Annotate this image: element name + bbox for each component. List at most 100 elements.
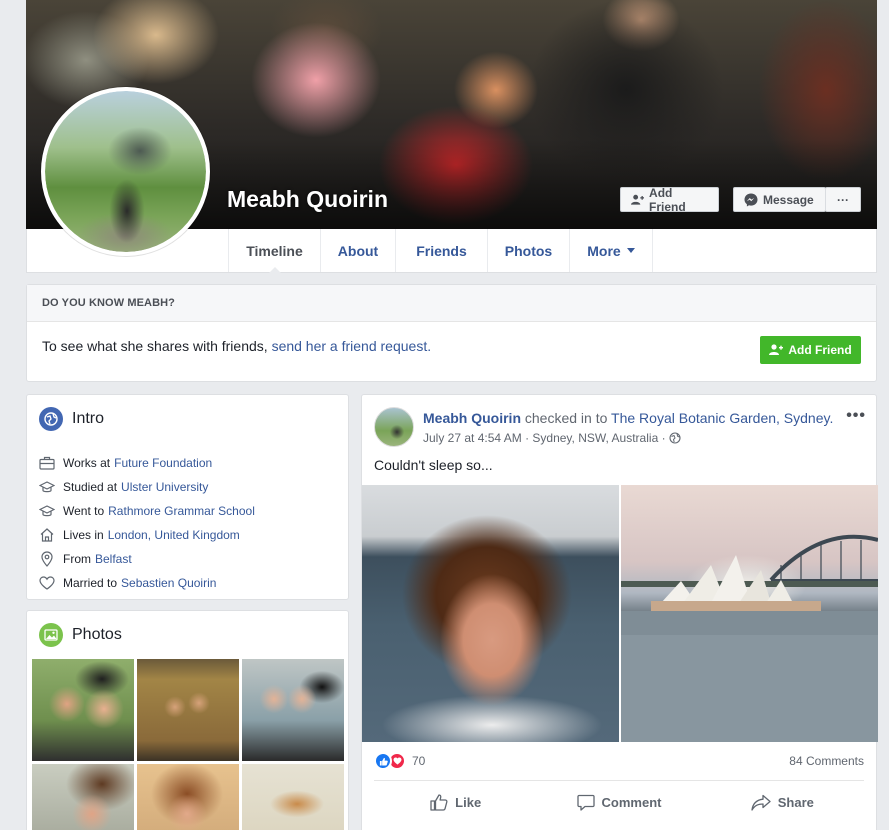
photos-title-label: Photos (72, 626, 122, 643)
add-friend-button[interactable]: Add Friend (620, 185, 719, 214)
add-friend-icon (631, 194, 645, 205)
post-header: Meabh Quoirin checked in to The Royal Bo… (423, 410, 843, 426)
photo-thumbnail[interactable] (137, 659, 239, 761)
home-icon (39, 527, 55, 543)
intro-link[interactable]: Ulster University (121, 480, 208, 494)
tab-label: About (337, 242, 379, 259)
meta-separator: · (521, 431, 533, 445)
intro-title: Intro (39, 407, 104, 431)
intro-card: Intro Works at Future Foundation Studied… (26, 394, 349, 600)
heart-icon (39, 575, 55, 591)
thumbs-up-icon (430, 794, 448, 811)
tab-timeline[interactable]: Timeline (229, 229, 321, 273)
tab-label: Timeline (246, 242, 303, 259)
post-author-avatar[interactable] (374, 407, 414, 447)
timeline-post: Meabh Quoirin checked in to The Royal Bo… (361, 394, 878, 830)
do-you-know-heading: DO YOU KNOW MEABH? (27, 285, 876, 322)
globe-icon (39, 407, 63, 431)
briefcase-icon (39, 455, 55, 471)
post-text: Couldn't sleep so... (374, 457, 493, 473)
photo-thumbnail[interactable] (242, 659, 344, 761)
post-action-bar: Like Comment Share (374, 780, 864, 824)
comment-icon (576, 794, 595, 811)
post-location[interactable]: Sydney, NSW, Australia (532, 431, 658, 445)
like-label: Like (455, 795, 482, 810)
tab-more[interactable]: More (570, 229, 653, 272)
photo-thumbnail[interactable] (242, 764, 344, 830)
intro-item-from: From Belfast (39, 547, 255, 571)
photo-thumbnail[interactable] (32, 764, 134, 830)
tab-label: More (587, 242, 621, 259)
tab-photos[interactable]: Photos (488, 229, 570, 272)
photos-title[interactable]: Photos (39, 623, 122, 647)
intro-prefix: Went to (63, 504, 105, 518)
intro-item-work: Works at Future Foundation (39, 451, 255, 475)
add-friend-label: Add Friend (649, 185, 686, 214)
tab-label: Photos (504, 242, 553, 259)
more-dots-icon: ··· (837, 192, 849, 207)
intro-item-lives-in: Lives in London, United Kingdom (39, 523, 255, 547)
globe-privacy-icon[interactable] (669, 432, 681, 444)
intro-title-label: Intro (72, 410, 105, 427)
comment-button[interactable]: Comment (537, 781, 700, 824)
message-label: Message (763, 192, 814, 207)
photo-grid (32, 659, 344, 830)
add-friend-green-button[interactable]: Add Friend (760, 336, 861, 364)
intro-link[interactable]: Sebastien Quoirin (121, 576, 216, 590)
graduation-cap-icon (39, 503, 55, 519)
tab-about[interactable]: About (321, 229, 396, 272)
tab-label: Friends (416, 242, 467, 259)
do-you-know-sentence: To see what she shares with friends, (42, 338, 268, 354)
messenger-icon (744, 193, 758, 206)
profile-name[interactable]: Meabh Quoirin (227, 186, 388, 213)
photo-thumbnail[interactable] (137, 764, 239, 830)
reaction-count: 70 (412, 754, 426, 768)
post-timestamp[interactable]: July 27 at 4:54 AM (423, 431, 522, 445)
share-icon (751, 794, 771, 811)
post-meta: July 27 at 4:54 AM · Sydney, NSW, Austra… (423, 431, 681, 445)
post-photo-opera-house[interactable] (621, 485, 878, 742)
meta-separator: · (658, 431, 669, 445)
post-place-link[interactable]: The Royal Botanic Garden, Sydney. (611, 410, 833, 426)
intro-prefix: Works at (63, 456, 111, 470)
intro-prefix: Lives in (63, 528, 104, 542)
add-friend-icon (769, 344, 784, 355)
intro-link[interactable]: Belfast (95, 552, 132, 566)
more-options-button[interactable]: ··· (825, 187, 861, 212)
graduation-cap-icon (39, 479, 55, 495)
intro-prefix: From (63, 552, 91, 566)
post-photo-selfie[interactable] (362, 485, 619, 742)
post-author-name[interactable]: Meabh Quoirin (423, 410, 521, 426)
like-button[interactable]: Like (374, 781, 537, 824)
reaction-summary[interactable]: 70 (374, 752, 425, 770)
add-friend-label: Add Friend (788, 343, 852, 357)
message-button[interactable]: Message (733, 187, 826, 212)
post-action-text: checked in to (524, 410, 608, 426)
share-label: Share (777, 795, 814, 810)
share-button[interactable]: Share (701, 781, 864, 824)
intro-prefix: Married to (63, 576, 118, 590)
tab-friends[interactable]: Friends (396, 229, 488, 272)
like-reaction-icon (374, 752, 392, 770)
intro-item-studied: Studied at Ulster University (39, 475, 255, 499)
intro-link[interactable]: Future Foundation (114, 456, 212, 470)
tab-list: Timeline About Friends Photos More (228, 229, 653, 273)
intro-link[interactable]: Rathmore Grammar School (108, 504, 255, 518)
location-pin-icon (39, 551, 55, 567)
intro-list: Works at Future Foundation Studied at Ul… (39, 451, 255, 595)
do-you-know-text: To see what she shares with friends, sen… (42, 338, 431, 354)
photo-thumbnail[interactable] (32, 659, 134, 761)
intro-item-went-to: Went to Rathmore Grammar School (39, 499, 255, 523)
intro-item-married: Married to Sebastien Quoirin (39, 571, 255, 595)
do-you-know-box: DO YOU KNOW MEABH? To see what she share… (26, 284, 877, 382)
intro-prefix: Studied at (63, 480, 118, 494)
photo-icon (39, 623, 63, 647)
post-options-icon[interactable]: ••• (846, 407, 866, 425)
comment-label: Comment (601, 795, 662, 810)
profile-picture[interactable] (41, 87, 210, 256)
intro-link[interactable]: London, United Kingdom (108, 528, 240, 542)
photos-card: Photos (26, 610, 349, 830)
friend-request-link[interactable]: send her a friend request. (272, 338, 432, 354)
comments-count[interactable]: 84 Comments (789, 754, 864, 768)
chevron-down-icon (626, 248, 635, 253)
